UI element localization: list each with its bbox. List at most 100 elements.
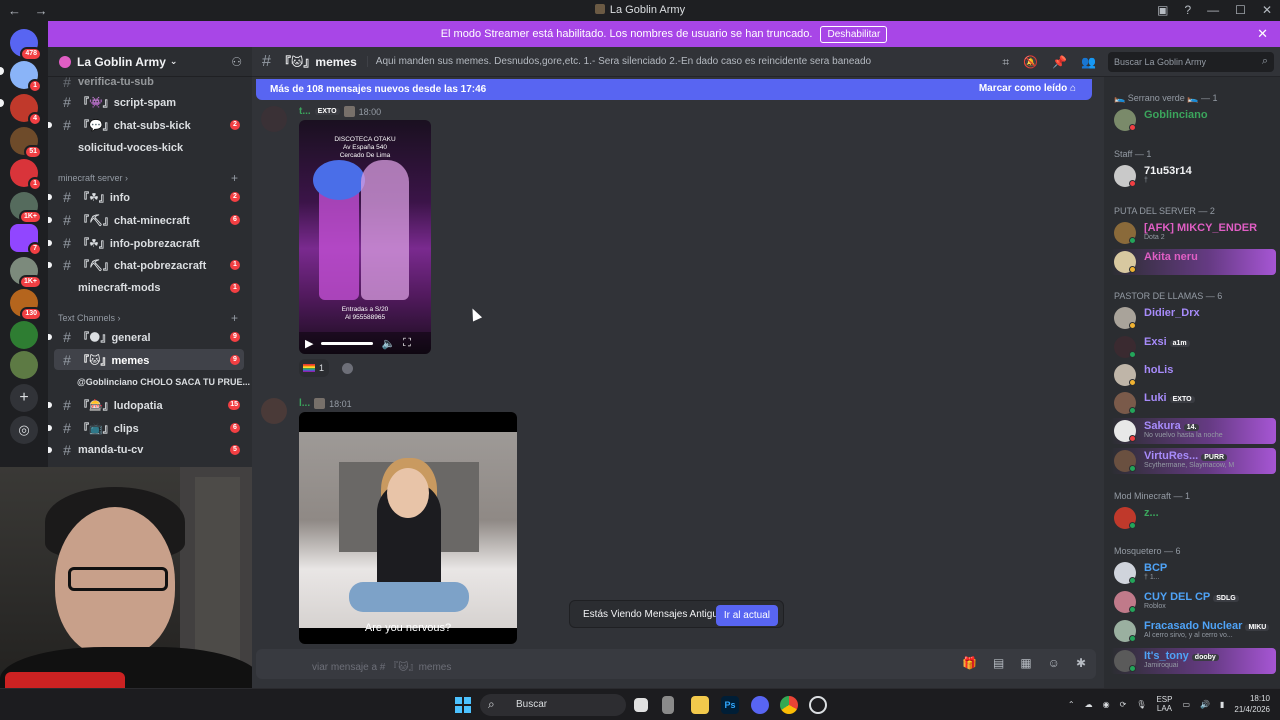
mark-read-button[interactable]: Marcar como leído ⌂ [979, 83, 1076, 94]
video-attachment[interactable]: Are you nervous? [299, 412, 517, 644]
new-messages-bar[interactable]: Más de 108 mensajes nuevos desde las 17:… [256, 79, 1092, 100]
gif-icon[interactable]: ▤ [993, 656, 1004, 670]
unread-pip [48, 401, 52, 408]
add-server-icon[interactable]: + [10, 384, 38, 412]
channel-memes[interactable]: # 『🐱』memes 9 [54, 349, 244, 370]
channel-chat-minecraft[interactable]: # 『⛏』chat-minecraft 6 [48, 209, 244, 230]
jump-to-present-button[interactable]: Ir al actual [715, 605, 778, 626]
volume-slider[interactable] [321, 341, 374, 345]
onedrive-icon[interactable]: ☁ [1085, 700, 1093, 709]
member-item[interactable]: Exsi a1m [1110, 334, 1276, 360]
member-item[interactable]: Didier_Drx [1110, 305, 1276, 331]
volume-icon[interactable]: 🔈 [381, 337, 395, 350]
disable-streamer-button[interactable]: Deshabilitar [820, 25, 888, 43]
threads-icon[interactable]: ⌗ [1002, 55, 1009, 70]
fullscreen-icon[interactable]: ⛶ [403, 337, 411, 350]
windows-start-icon[interactable] [455, 697, 471, 713]
channel-ludopatia[interactable]: # 『🎰』ludopatia 15 [48, 394, 244, 415]
channel-info-pobrezacraft[interactable]: # 『☘』info-pobrezacraft [48, 232, 244, 253]
channel-info[interactable]: # 『☘』info 2 [48, 186, 244, 207]
emoji-icon[interactable]: ☺ [1048, 656, 1060, 670]
inbox-icon[interactable]: ▣ [1157, 3, 1168, 17]
language-indicator[interactable]: ESP LAA [1156, 695, 1172, 713]
server-icon-8[interactable] [10, 321, 38, 349]
discover-icon[interactable]: ◎ [10, 416, 38, 444]
reaction-pill[interactable]: 1 [299, 359, 329, 377]
twitch-server-icon[interactable]: 7 [10, 224, 42, 256]
search-input[interactable]: Buscar La Goblin Army ⌕ [1108, 52, 1274, 72]
channel-script-spam[interactable]: # 『👾』script-spam [54, 91, 244, 112]
member-item[interactable]: It's_tony dooby Jamiroquai [1110, 648, 1276, 674]
channel-general[interactable]: # 『🌑』general 9 [48, 326, 244, 347]
avatar[interactable] [261, 106, 287, 132]
server-icon-3[interactable]: 51 [10, 127, 42, 159]
channel-chat-subs-kick[interactable]: # 『💬』chat-subs-kick 2 [48, 114, 244, 135]
close-icon[interactable]: ✕ [1257, 26, 1268, 42]
server-icon-1[interactable]: 1 [10, 61, 42, 93]
member-item[interactable]: [AFK] MIKCY_ENDER Dota 2 [1110, 220, 1276, 246]
member-item[interactable]: 71u53r14 † [1110, 163, 1276, 189]
channel-manda-tu-cv[interactable]: # manda-tu-cv 5 [48, 439, 244, 460]
channel-chat-pobrezacraft[interactable]: # 『⛏』chat-pobrezacraft 1 [48, 254, 244, 275]
gift-icon[interactable]: 🎁 [962, 656, 977, 670]
channel-topic[interactable]: Aqui manden sus memes. Desnudos,gore,etc… [366, 56, 987, 67]
minimize-button[interactable]: — [1207, 3, 1219, 17]
show-hidden-icon[interactable]: ⌃ [1068, 700, 1075, 709]
update-icon[interactable]: ⟳ [1120, 700, 1127, 709]
server-icon-5[interactable]: 1K+ [10, 192, 42, 224]
server-icon-9[interactable] [10, 351, 38, 379]
server-icon-4[interactable]: 1 [10, 159, 42, 191]
task-view-icon[interactable] [634, 698, 648, 712]
add-reaction-icon[interactable] [342, 363, 353, 374]
channel-minecraft-mods[interactable]: #minecraft-mods1 [54, 277, 244, 298]
xbox-icon[interactable]: ◉ [1103, 700, 1110, 709]
play-icon[interactable]: ▶ [305, 337, 313, 350]
category-minecraft-server[interactable]: minecraft server › + [58, 171, 238, 185]
chrome-icon[interactable] [780, 696, 798, 714]
video-attachment[interactable]: DISCOTECA OTAKU Av España 540 Cercado De… [299, 120, 431, 354]
obs-icon[interactable] [809, 696, 827, 714]
pin-icon[interactable]: 📌 [1052, 55, 1067, 70]
member-item[interactable]: z... [1110, 505, 1276, 531]
member-item[interactable]: VirtuRes... PURR Scythermane, Slaymacow, M [1110, 448, 1276, 474]
server-icon-6[interactable]: 1K+ [10, 257, 42, 289]
member-item[interactable]: hoLis [1110, 362, 1276, 388]
add-channel-icon[interactable]: + [231, 311, 238, 325]
phone-link-icon[interactable] [662, 696, 674, 714]
channel-verifica-tu-sub[interactable]: # verifica-tu-sub [54, 71, 244, 92]
battery-icon[interactable]: ▮ [1220, 700, 1224, 709]
taskbar-search[interactable]: ⌕ Buscar [480, 694, 626, 716]
avatar[interactable] [261, 398, 287, 424]
help-icon[interactable]: ? [1184, 3, 1191, 17]
file-explorer-icon[interactable] [691, 696, 709, 714]
member-item[interactable]: Luki EXTO [1110, 390, 1276, 416]
channel-clips[interactable]: # 『📺』clips 6 [48, 417, 244, 438]
apps-icon[interactable]: ✱ [1076, 656, 1086, 670]
close-window-button[interactable]: ✕ [1262, 3, 1272, 17]
mute-bell-icon[interactable]: 🔕 [1023, 55, 1038, 70]
member-item[interactable]: Fracasado Nuclear MIKU Al cerro sirvo, y a… [1110, 618, 1276, 644]
thread-item[interactable]: @Goblinciano CHOLO SACA TU PRUE... [77, 377, 250, 387]
member-item[interactable]: CUY DEL CP SDLG Roblox [1110, 589, 1276, 615]
server-icon-7[interactable]: 130 [10, 289, 42, 321]
photoshop-icon[interactable]: Ps [721, 696, 739, 714]
volume-icon[interactable]: 🔊 [1200, 700, 1210, 709]
member-item[interactable]: Goblinciano [1110, 107, 1276, 133]
dm-home-button[interactable]: 478 [10, 29, 42, 61]
members-icon[interactable]: 👥 [1081, 55, 1096, 70]
discord-icon[interactable] [751, 696, 769, 714]
member-item[interactable]: Akita neru [1110, 249, 1276, 275]
member-item[interactable]: BCP † 1... [1110, 560, 1276, 586]
mic-icon[interactable]: 🎙 [1136, 700, 1146, 709]
clock[interactable]: 18:10 21/4/2026 [1234, 693, 1270, 715]
network-icon[interactable]: ▭ [1182, 700, 1190, 709]
status-online-icon [1129, 665, 1136, 672]
sticker-icon[interactable]: ▦ [1020, 656, 1031, 670]
maximize-button[interactable]: ☐ [1235, 3, 1246, 17]
add-channel-icon[interactable]: + [231, 171, 238, 185]
invite-icon[interactable]: ⚇ [231, 55, 242, 69]
server-icon-2[interactable]: 4 [10, 94, 42, 126]
member-item[interactable]: Sakura 14. No vuelvo hasta la noche [1110, 418, 1276, 444]
category-text-channels[interactable]: Text Channels › + [58, 311, 238, 325]
channel-solicitud-voces-kick[interactable]: #solicitud-voces-kick [54, 137, 244, 158]
